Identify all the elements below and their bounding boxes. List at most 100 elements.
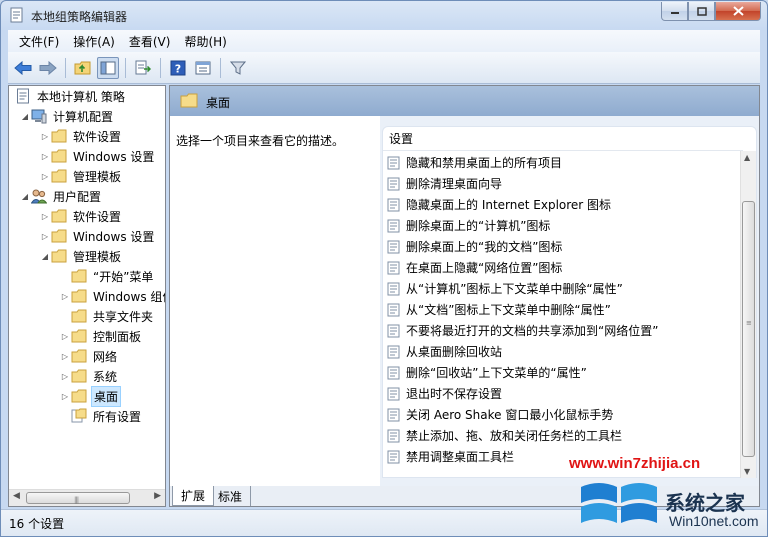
tree-item-6[interactable]: ▷ 软件设置	[39, 206, 123, 226]
minimize-button[interactable]	[661, 2, 688, 21]
tree-item-2[interactable]: ▷ 软件设置	[39, 126, 123, 146]
tree-item-13[interactable]: ▷ 网络	[59, 346, 119, 366]
tree-item-0[interactable]: 本地计算机 策略	[13, 86, 127, 106]
setting-icon	[387, 366, 401, 380]
tree-item-4[interactable]: ▷ 管理模板	[39, 166, 123, 186]
close-button[interactable]	[715, 2, 761, 21]
setting-row[interactable]: 从“文档”图标上下文菜单中删除“属性”	[387, 299, 611, 320]
horizontal-scrollbar[interactable]: ◀ ||| ▶	[9, 489, 165, 506]
expanded-triangle-icon[interactable]: ◢	[19, 192, 31, 201]
vertical-scrollbar[interactable]: ▲ ≡ ▼	[740, 151, 756, 478]
setting-row[interactable]: 从“计算机”图标上下文菜单中删除“属性”	[387, 278, 623, 299]
back-button[interactable]	[12, 57, 34, 79]
tab-extended[interactable]: 扩展	[172, 486, 215, 506]
show-hide-tree-button[interactable]	[97, 56, 119, 79]
tree-item-1[interactable]: ◢ 计算机配置	[19, 106, 115, 126]
expanded-triangle-icon[interactable]: ◢	[39, 252, 51, 261]
scrollbar-thumb[interactable]: ≡	[742, 201, 755, 457]
tree-item-label: 所有设置	[93, 409, 142, 424]
setting-icon	[387, 450, 401, 464]
tree-item-16[interactable]: 所有设置	[59, 406, 143, 426]
tree-item-label: 计算机配置	[53, 109, 114, 124]
setting-label: 从“文档”图标上下文菜单中删除“属性”	[406, 303, 611, 317]
setting-icon	[387, 303, 401, 317]
description-text: 选择一个项目来查看它的描述。	[176, 134, 345, 148]
collapsed-triangle-icon[interactable]: ▷	[59, 352, 71, 361]
folder-icon	[51, 248, 67, 264]
tree-item-12[interactable]: ▷ 控制面板	[59, 326, 143, 346]
tree-item-label: Windows 设置	[73, 149, 155, 164]
tree-item-10[interactable]: ▷ Windows 组件	[59, 286, 165, 306]
tree-item-14[interactable]: ▷ 系统	[59, 366, 119, 386]
setting-row[interactable]: 从桌面删除回收站	[387, 341, 502, 362]
scrollbar-thumb[interactable]: |||	[26, 492, 130, 504]
export-list-button[interactable]	[132, 57, 154, 79]
collapsed-triangle-icon[interactable]: ▷	[39, 152, 51, 161]
setting-row[interactable]: 删除桌面上的“我的文档”图标	[387, 236, 562, 257]
help-button[interactable]: ?	[167, 57, 189, 79]
scroll-left-icon[interactable]: ◀	[13, 491, 20, 501]
tree-item-label: 管理模板	[73, 249, 122, 264]
menu-action[interactable]: 操作(A)	[66, 33, 122, 50]
tree-item-5[interactable]: ◢ 用户配置	[19, 186, 103, 206]
tree-item-3[interactable]: ▷ Windows 设置	[39, 146, 156, 166]
setting-icon	[387, 177, 401, 191]
tree-item-label: 网络	[93, 349, 118, 364]
setting-row[interactable]: 隐藏和禁用桌面上的所有项目	[387, 152, 562, 173]
users-icon	[31, 188, 47, 204]
setting-row[interactable]: 删除桌面上的“计算机”图标	[387, 215, 550, 236]
setting-icon	[387, 261, 401, 275]
menu-help[interactable]: 帮助(H)	[177, 33, 233, 50]
tree-item-label: 系统	[93, 369, 118, 384]
setting-row[interactable]: 隐藏桌面上的 Internet Explorer 图标	[387, 194, 611, 215]
collapsed-triangle-icon[interactable]: ▷	[39, 212, 51, 221]
menu-file[interactable]: 文件(F)	[12, 33, 66, 50]
column-header-setting[interactable]: 设置	[383, 127, 743, 151]
tree-item-8[interactable]: ◢ 管理模板	[39, 246, 123, 266]
folder-icon	[51, 168, 67, 184]
scroll-right-icon[interactable]: ▶	[154, 491, 161, 501]
filter-button[interactable]	[227, 57, 249, 79]
collapsed-triangle-icon[interactable]: ▷	[59, 292, 71, 301]
tab-standard[interactable]: 标准	[210, 486, 252, 506]
forward-button[interactable]	[37, 57, 59, 79]
setting-row[interactable]: 删除清理桌面向导	[387, 173, 502, 194]
collapsed-triangle-icon[interactable]: ▷	[39, 232, 51, 241]
collapsed-triangle-icon[interactable]: ▷	[59, 332, 71, 341]
collapsed-triangle-icon[interactable]: ▷	[59, 392, 71, 401]
watermark-url: www.win7zhijia.cn	[569, 455, 701, 472]
setting-row[interactable]: 禁止添加、拖、放和关闭任务栏的工具栏	[387, 425, 622, 446]
scroll-up-icon[interactable]: ▲	[744, 153, 750, 162]
setting-row[interactable]: 不要将最近打开的文档的共享添加到“网络位置”	[387, 320, 658, 341]
tree-item-9[interactable]: “开始”菜单	[59, 266, 155, 286]
setting-row[interactable]: 禁用调整桌面工具栏	[387, 446, 514, 467]
setting-row[interactable]: 删除“回收站”上下文菜单的“属性”	[387, 362, 587, 383]
menu-view[interactable]: 查看(V)	[122, 33, 178, 50]
tree-item-label: 软件设置	[73, 209, 122, 224]
folder-icon	[51, 208, 67, 224]
tree-item-label: Windows 组件	[93, 289, 165, 304]
tab-label: 标准	[218, 489, 243, 504]
settings-list[interactable]: 设置 ▲ ≡ ▼ 隐藏和禁用桌面上的所有项目 删除清理桌面向导 隐藏桌面上的 Int…	[382, 126, 757, 478]
console-tree[interactable]: 本地计算机 策略 ◢ 计算机配置 ▷ 软件设置 ▷ Windows 设置 ▷ 管理模板 ◢ 用户配置…	[8, 85, 166, 507]
title-bar[interactable]: 本地组策略编辑器	[1, 1, 767, 29]
expanded-triangle-icon[interactable]: ◢	[19, 112, 31, 121]
tree-item-7[interactable]: ▷ Windows 设置	[39, 226, 156, 246]
folder-header: 桌面	[170, 86, 759, 116]
setting-row[interactable]: 退出时不保存设置	[387, 383, 502, 404]
tree-item-11[interactable]: 共享文件夹	[59, 306, 155, 326]
tree-item-label: 控制面板	[93, 329, 142, 344]
watermark: www.win7zhijia.cn 系统之家 Win10net.com	[569, 453, 765, 535]
maximize-button[interactable]	[688, 2, 715, 21]
collapsed-triangle-icon[interactable]: ▷	[39, 132, 51, 141]
tree-item-label: 软件设置	[73, 129, 122, 144]
setting-row[interactable]: 关闭 Aero Shake 窗口最小化鼠标手势	[387, 404, 613, 425]
collapsed-triangle-icon[interactable]: ▷	[59, 372, 71, 381]
tree-item-15[interactable]: ▷ 桌面	[59, 385, 122, 407]
folder-title: 桌面	[206, 96, 231, 110]
setting-row[interactable]: 在桌面上隐藏“网络位置”图标	[387, 257, 562, 278]
properties-button[interactable]	[192, 57, 214, 79]
collapsed-triangle-icon[interactable]: ▷	[39, 172, 51, 181]
up-folder-button[interactable]	[72, 57, 94, 79]
folder-icon	[71, 308, 87, 324]
